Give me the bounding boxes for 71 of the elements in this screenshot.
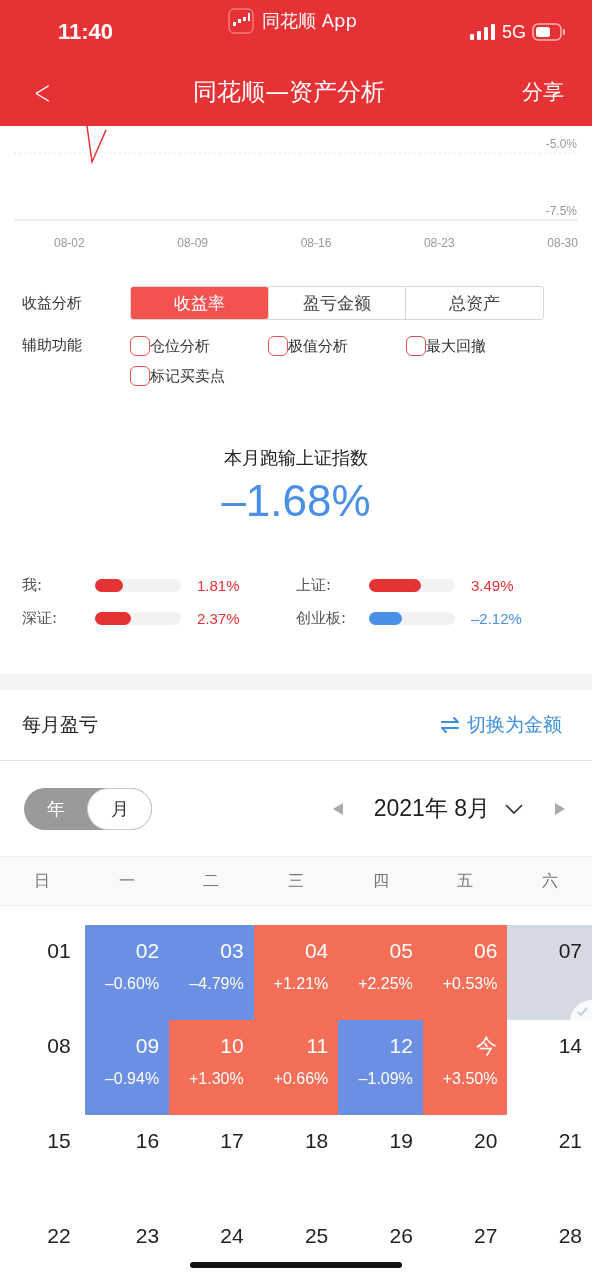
- day-number[interactable]: 23: [135, 1224, 160, 1248]
- day-number[interactable]: 21: [558, 1129, 582, 1153]
- day-number[interactable]: 24: [220, 1224, 244, 1248]
- axis-label: 08-30: [547, 236, 578, 250]
- day-number[interactable]: 17: [220, 1129, 244, 1153]
- day-number[interactable]: 01: [47, 939, 71, 963]
- next-icon[interactable]: [554, 801, 566, 816]
- toggle-option[interactable]: 月: [87, 787, 152, 830]
- weekday-label: 三: [287, 870, 305, 892]
- axis-label: -5.0%: [545, 137, 577, 151]
- network-label: 5G: [502, 21, 526, 43]
- axis-label: -7.5%: [545, 204, 577, 218]
- signal-icon: [470, 24, 496, 40]
- axis-label: 08-02: [54, 236, 85, 250]
- day-number[interactable]: 16: [135, 1129, 160, 1153]
- weekday-label: 一: [117, 870, 136, 892]
- checkbox[interactable]: [130, 366, 150, 386]
- index-value: 2.37%: [197, 610, 240, 627]
- swap-icon: [439, 715, 461, 735]
- index-value: 1.81%: [197, 577, 240, 594]
- battery-icon: [532, 23, 566, 41]
- weekday-label: 六: [540, 870, 559, 892]
- previous-icon[interactable]: [331, 801, 344, 816]
- index-name: 深证:: [22, 609, 59, 628]
- day-number[interactable]: 15: [47, 1129, 71, 1153]
- weekday-label: 二: [202, 870, 221, 892]
- section-title: 每月盈亏: [22, 712, 98, 737]
- weekday-label: 四: [371, 870, 390, 892]
- day-number[interactable]: 19: [389, 1129, 413, 1153]
- index-name: 我:: [22, 576, 44, 595]
- day-number[interactable]: 08: [47, 1034, 71, 1058]
- checkbox[interactable]: [406, 336, 426, 356]
- weekday-label: 五: [456, 870, 475, 892]
- day-number[interactable]: 20: [474, 1129, 498, 1153]
- summary-title: 本月跑输上证指数: [223, 446, 369, 470]
- day-number[interactable]: 28: [558, 1224, 582, 1248]
- checkbox[interactable]: [130, 336, 150, 356]
- checkbox-label: 标记买卖点: [150, 366, 225, 386]
- axis-label: 08-09: [177, 236, 208, 250]
- segment-tab[interactable]: 盈亏金额: [267, 287, 406, 319]
- check-icon: [570, 1000, 592, 1020]
- row-label: 收益分析: [22, 293, 83, 313]
- checkbox-label: 极值分析: [288, 336, 348, 356]
- index-value: 3.49%: [471, 577, 514, 594]
- status-time: 11:40: [58, 19, 114, 45]
- checkbox[interactable]: [268, 336, 288, 356]
- app-icon: [228, 8, 254, 34]
- chevron-down-icon: [504, 802, 524, 815]
- day-number[interactable]: 18: [304, 1129, 329, 1153]
- month-picker[interactable]: 2021年 8月: [373, 793, 524, 824]
- app-name: 同花顺 App: [262, 9, 357, 33]
- summary-value: –1.68%: [220, 476, 372, 526]
- back-button[interactable]: <: [33, 72, 51, 112]
- weekday-label: 日: [33, 870, 51, 892]
- day-number[interactable]: 26: [389, 1224, 413, 1248]
- index-name: 上证:: [296, 576, 333, 595]
- day-cell[interactable]: 07: [507, 925, 592, 1020]
- checkbox-label: 最大回撤: [426, 336, 486, 356]
- day-number[interactable]: 22: [47, 1224, 71, 1248]
- row-label: 辅助功能: [22, 336, 83, 355]
- axis-label: 08-23: [423, 236, 455, 250]
- segment-tab[interactable]: 总资产: [405, 287, 543, 319]
- day-number[interactable]: 27: [474, 1224, 498, 1248]
- page-title: 同花顺—资产分析: [193, 77, 386, 108]
- index-name: 创业板:: [296, 609, 348, 628]
- day-number[interactable]: 14: [558, 1034, 582, 1058]
- day-number[interactable]: 25: [304, 1224, 329, 1248]
- share-button[interactable]: 分享: [522, 78, 564, 106]
- checkbox-label: 仓位分析: [150, 336, 210, 356]
- index-value: –2.12%: [471, 610, 522, 627]
- axis-label: 08-16: [300, 236, 332, 250]
